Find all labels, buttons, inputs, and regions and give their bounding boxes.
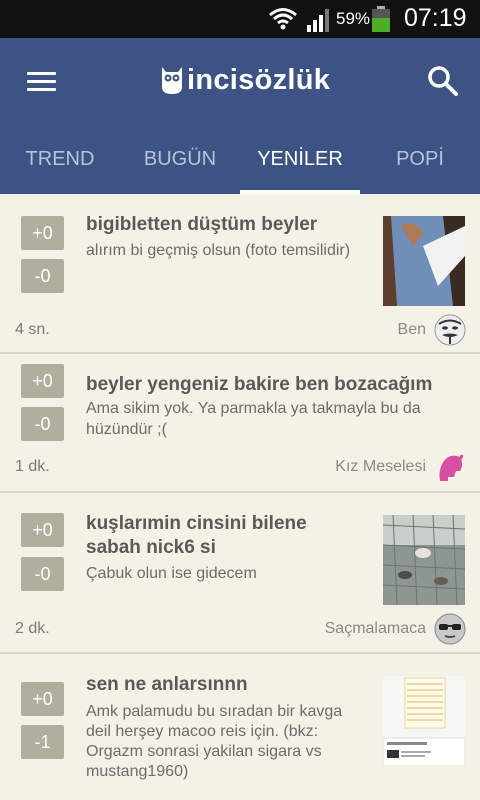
channel-name[interactable]: Ben bbox=[398, 321, 426, 339]
entry-title[interactable]: beyler yengeniz bakire ben bozacağım bbox=[86, 373, 432, 397]
entry-body: Çabuk olun ise gidecem bbox=[86, 565, 257, 582]
battery-icon bbox=[372, 6, 390, 32]
upvote-button[interactable]: +0 bbox=[21, 682, 64, 716]
entry-feed[interactable]: +0 -0 bigibletten düştüm beyler alırım b… bbox=[0, 194, 480, 800]
tab-bugun[interactable]: BUGÜN bbox=[120, 138, 240, 194]
search-icon[interactable] bbox=[426, 64, 460, 98]
sunglasses-face-icon[interactable] bbox=[434, 613, 466, 645]
tab-popi[interactable]: POPİ bbox=[360, 138, 480, 194]
upvote-button[interactable]: +0 bbox=[21, 364, 64, 398]
downvote-button[interactable]: -1 bbox=[21, 725, 64, 759]
status-time: 07:19 bbox=[404, 4, 467, 32]
menu-button[interactable] bbox=[22, 66, 62, 96]
upvote-button[interactable]: +0 bbox=[21, 216, 64, 250]
app-logo: incisözlük bbox=[160, 60, 330, 100]
battery-percentage: 59% bbox=[336, 9, 371, 28]
entry-body-line: mustang1960) bbox=[86, 763, 189, 780]
entry-time: 4 sn. bbox=[15, 321, 50, 338]
tab-bar: TREND BUGÜN YENİLER POPİ bbox=[0, 138, 480, 194]
list-item[interactable]: +0 -0 bigibletten düştüm beyler alırım b… bbox=[0, 194, 480, 354]
entry-body-line: Amk palamudu bu sıradan bir kavga bbox=[86, 703, 343, 720]
tab-trend[interactable]: TREND bbox=[0, 138, 120, 194]
upvote-button[interactable]: +0 bbox=[21, 513, 64, 547]
entry-thumbnail[interactable] bbox=[383, 515, 465, 605]
downvote-button[interactable]: -0 bbox=[21, 557, 64, 591]
owl-icon bbox=[162, 67, 182, 94]
entry-body: alırım bi geçmiş olsun (foto temsilidir) bbox=[86, 242, 351, 259]
tab-yeniler[interactable]: YENİLER bbox=[240, 138, 360, 194]
downvote-button[interactable]: -0 bbox=[21, 407, 64, 441]
channel-name[interactable]: Saçmalamaca bbox=[325, 620, 426, 638]
logo-text: incisözlük bbox=[187, 63, 331, 96]
downvote-button[interactable]: -0 bbox=[21, 259, 64, 293]
status-bar: 59% 07:19 bbox=[0, 0, 480, 38]
entry-title-line[interactable]: sabah nick6 si bbox=[86, 536, 216, 560]
entry-title[interactable]: sen ne anlarsınnn bbox=[86, 673, 248, 697]
entry-body-line: Orgazm sonrasi yakilan sigara vs bbox=[86, 743, 322, 760]
app-bar: incisözlük TREND BUGÜN YENİLER POPİ bbox=[0, 38, 480, 194]
mask-icon[interactable] bbox=[434, 314, 466, 346]
signal-icon bbox=[307, 9, 329, 32]
list-item[interactable]: +0 -0 kuşlarımin cinsini bilene sabah ni… bbox=[0, 493, 480, 654]
entry-body-line: hüzündür ;( bbox=[86, 421, 167, 438]
entry-thumbnail[interactable] bbox=[383, 216, 465, 306]
entry-body-line: Ama sikim yok. Ya parmakla ya takmayla b… bbox=[86, 400, 421, 417]
entry-thumbnail[interactable] bbox=[383, 676, 465, 766]
entry-title-line[interactable]: kuşlarımin cinsini bilene bbox=[86, 512, 307, 536]
entry-time: 1 dk. bbox=[15, 458, 50, 475]
entry-body-line: deil herşey macoo reis için. (bkz: bbox=[86, 723, 319, 740]
list-item[interactable]: +0 -1 sen ne anlarsınnn Amk palamudu bu … bbox=[0, 654, 480, 800]
entry-title[interactable]: bigibletten düştüm beyler bbox=[86, 213, 317, 237]
list-item[interactable]: +0 -0 beyler yengeniz bakire ben bozacağ… bbox=[0, 354, 480, 493]
entry-time: 2 dk. bbox=[15, 620, 50, 637]
channel-name[interactable]: Kız Meselesi bbox=[335, 458, 426, 476]
wifi-icon bbox=[269, 8, 297, 30]
girl-silhouette-icon[interactable] bbox=[434, 451, 466, 483]
